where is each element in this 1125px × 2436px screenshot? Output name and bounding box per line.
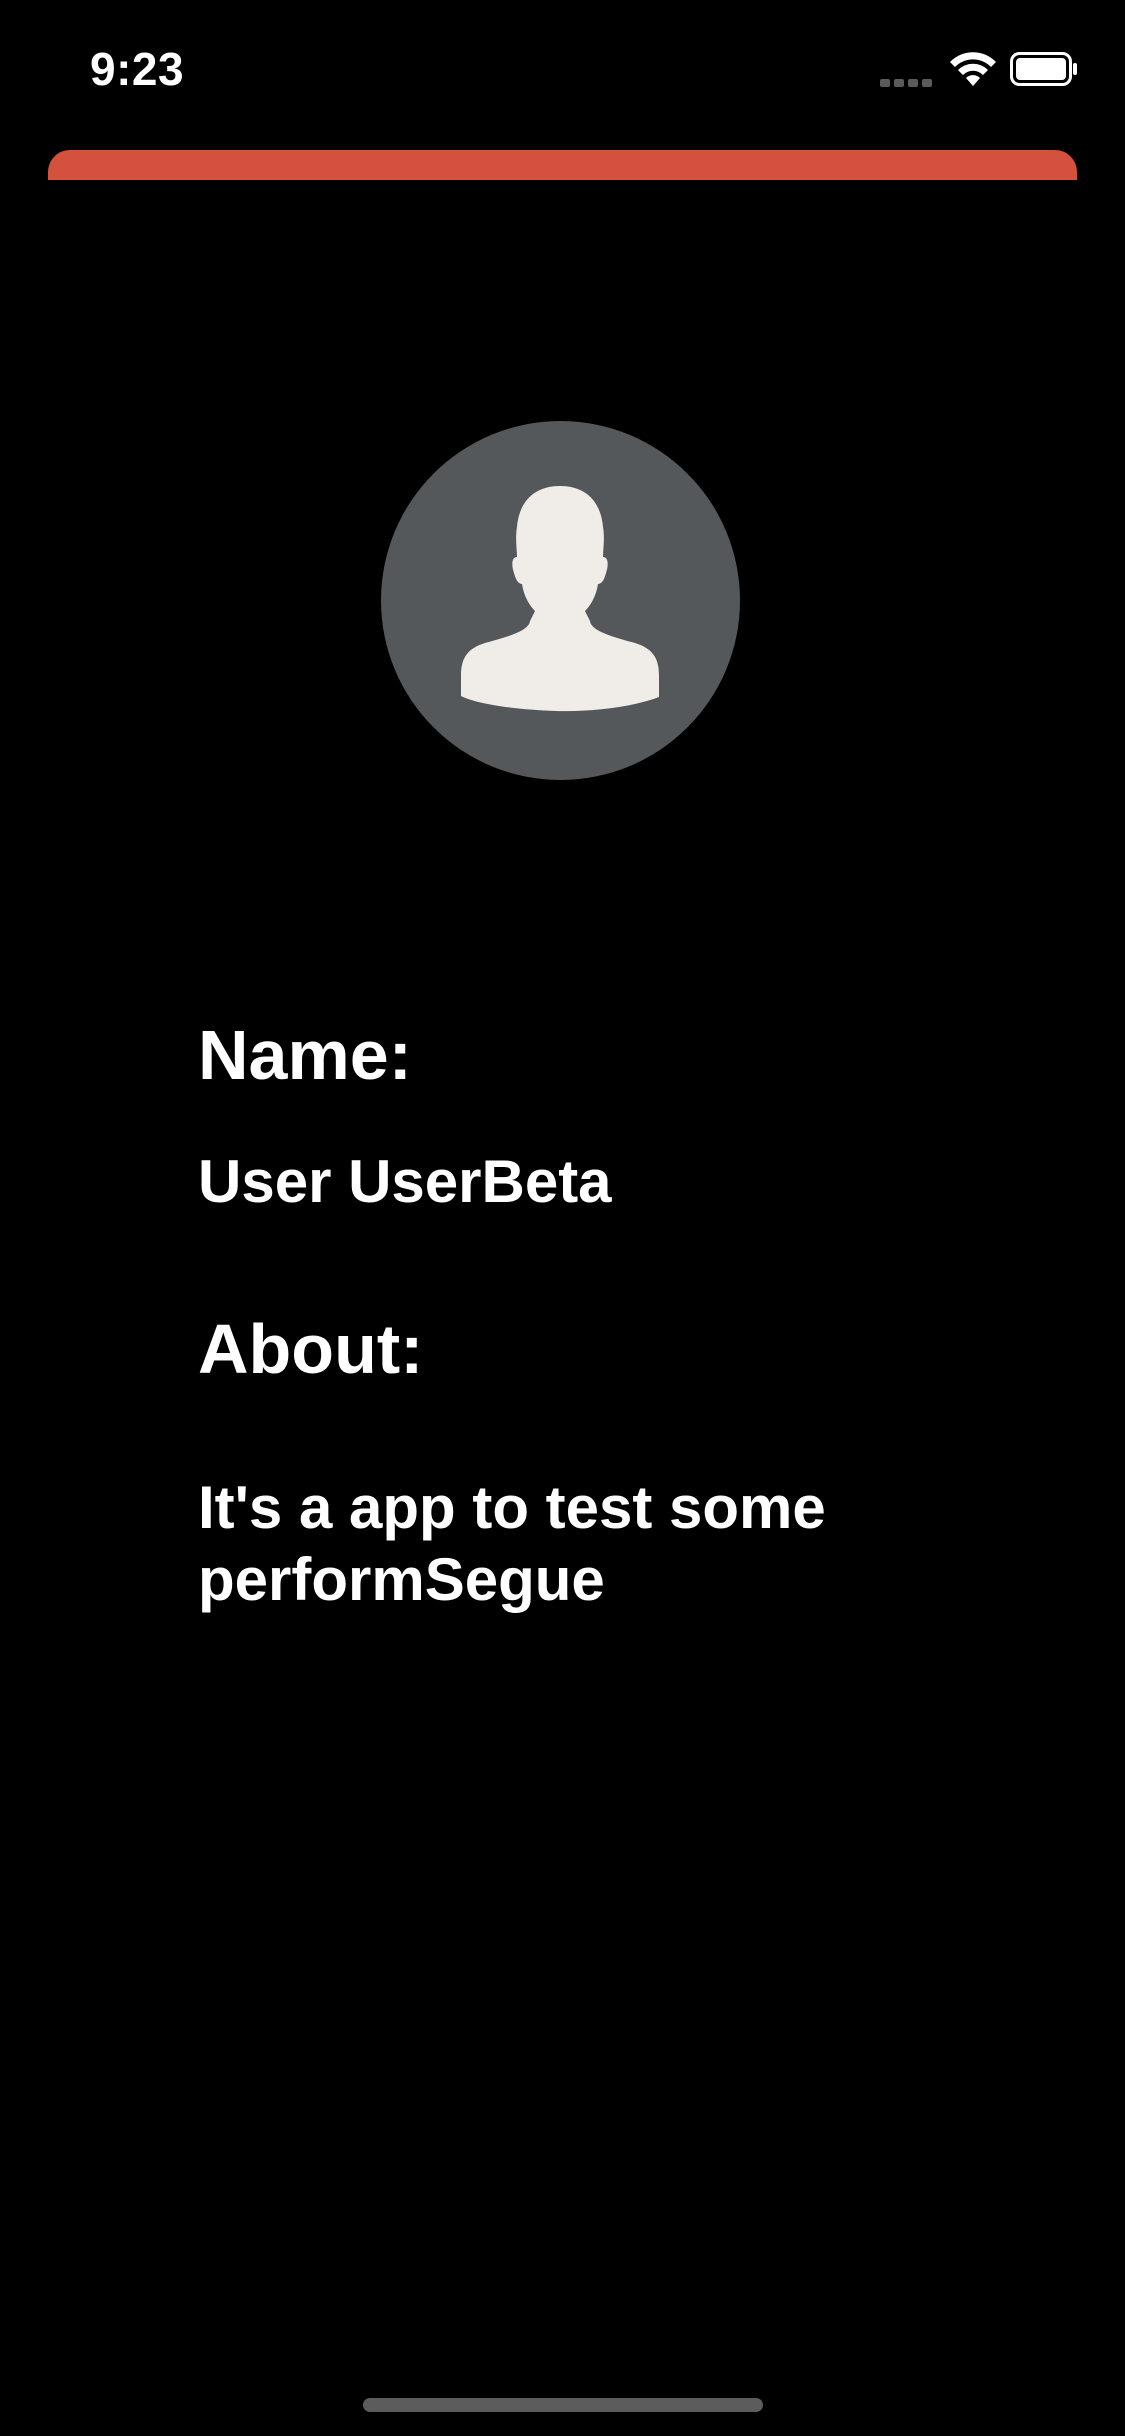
battery-icon xyxy=(1010,52,1078,86)
avatar xyxy=(381,421,740,780)
wifi-icon xyxy=(948,50,998,90)
name-label: Name: xyxy=(198,1016,412,1094)
status-bar: 9:23 xyxy=(0,0,1125,140)
status-time: 9:23 xyxy=(90,43,185,95)
name-value: User UserBeta xyxy=(198,1148,612,1215)
home-indicator[interactable] xyxy=(363,2398,763,2412)
cellular-signal-icon xyxy=(880,74,936,87)
about-value: It's a app to test some performSegue xyxy=(198,1474,826,1613)
person-silhouette-icon xyxy=(461,486,659,712)
modal-sheet-header xyxy=(48,150,1077,180)
about-label: About: xyxy=(198,1310,424,1388)
